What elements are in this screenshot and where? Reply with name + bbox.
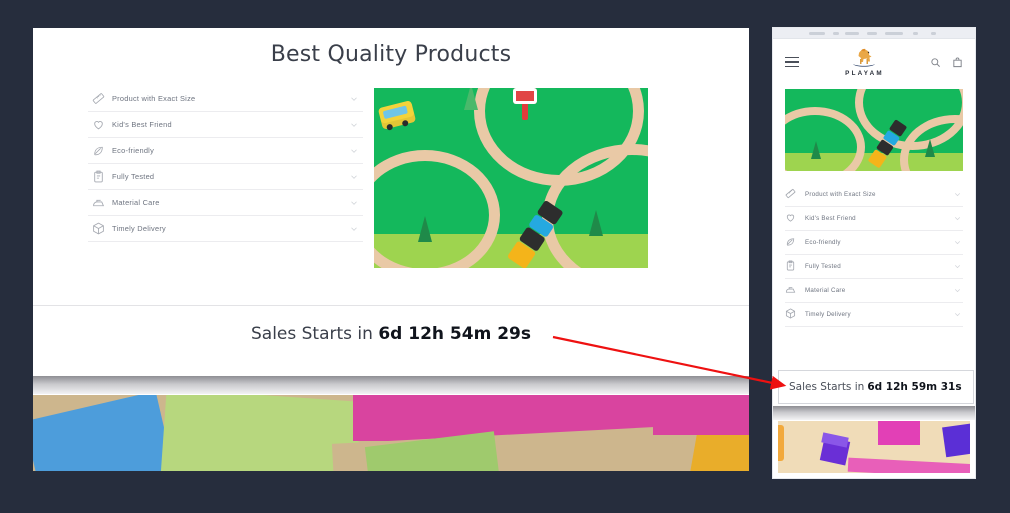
site-logo[interactable]: PLAYAM bbox=[845, 47, 884, 77]
box-icon bbox=[92, 222, 108, 236]
mobile-countdown-prefix: Sales Starts in bbox=[789, 381, 865, 393]
mobile-accordion-item-label: Eco-friendly bbox=[805, 239, 841, 246]
scroll-shadow-band bbox=[33, 376, 749, 394]
clipboard-icon bbox=[785, 260, 801, 274]
accordion-item-label: Fully Tested bbox=[112, 172, 155, 181]
product-image bbox=[374, 88, 648, 268]
mobile-accordion-item-eco-friendly[interactable]: Eco-friendly bbox=[785, 231, 963, 255]
chevron-down-icon[interactable] bbox=[349, 224, 359, 234]
chevron-down-icon[interactable] bbox=[953, 286, 963, 296]
mobile-address-bar[interactable] bbox=[773, 28, 975, 39]
clipboard-icon bbox=[92, 170, 108, 184]
logo-text: PLAYAM bbox=[845, 70, 884, 77]
ruler-icon bbox=[785, 188, 801, 202]
mobile-bottom-banner-image bbox=[778, 421, 970, 473]
features-accordion: Product with Exact Size Kid's Best Frien… bbox=[88, 86, 363, 242]
mobile-product-image bbox=[785, 89, 963, 171]
accordion-item-material-care[interactable]: Material Care bbox=[88, 190, 363, 216]
chevron-down-icon[interactable] bbox=[953, 238, 963, 248]
mobile-accordion-item-label: Product with Exact Size bbox=[805, 191, 876, 198]
chevron-down-icon[interactable] bbox=[349, 120, 359, 130]
chevron-down-icon[interactable] bbox=[953, 190, 963, 200]
chevron-down-icon[interactable] bbox=[349, 146, 359, 156]
mobile-scroll-shadow-band bbox=[773, 406, 975, 420]
chevron-down-icon[interactable] bbox=[349, 198, 359, 208]
accordion-item-product-with-exact-size[interactable]: Product with Exact Size bbox=[88, 86, 363, 112]
mobile-features-accordion: Product with Exact Size Kid's Best Frien… bbox=[785, 183, 963, 327]
mobile-accordion-item-label: Timely Delivery bbox=[805, 311, 851, 318]
iron-icon bbox=[785, 284, 801, 298]
accordion-item-kids-best-friend[interactable]: Kid's Best Friend bbox=[88, 112, 363, 138]
mobile-accordion-item-kids-best-friend[interactable]: Kid's Best Friend bbox=[785, 207, 963, 231]
mobile-accordion-item-product-with-exact-size[interactable]: Product with Exact Size bbox=[785, 183, 963, 207]
heart-icon bbox=[785, 212, 801, 226]
mobile-accordion-item-timely-delivery[interactable]: Timely Delivery bbox=[785, 303, 963, 327]
desktop-countdown: Sales Starts in 6d 12h 54m 29s bbox=[33, 324, 749, 344]
accordion-item-eco-friendly[interactable]: Eco-friendly bbox=[88, 138, 363, 164]
chevron-down-icon[interactable] bbox=[349, 172, 359, 182]
accordion-item-fully-tested[interactable]: Fully Tested bbox=[88, 164, 363, 190]
mobile-accordion-item-material-care[interactable]: Material Care bbox=[785, 279, 963, 303]
cart-icon[interactable] bbox=[952, 57, 963, 68]
mobile-viewport-panel: PLAYAM Product with Exact Size Kid's Bes… bbox=[773, 28, 975, 478]
chevron-down-icon[interactable] bbox=[953, 214, 963, 224]
ruler-icon bbox=[92, 92, 108, 106]
chevron-down-icon[interactable] bbox=[349, 94, 359, 104]
box-icon bbox=[785, 307, 801, 322]
screenshot-root: Best Quality Products Product with Exact… bbox=[0, 0, 1010, 513]
accordion-item-label: Material Care bbox=[112, 198, 160, 207]
chevron-down-icon[interactable] bbox=[953, 310, 963, 320]
search-icon[interactable] bbox=[930, 57, 941, 68]
menu-icon[interactable] bbox=[785, 54, 799, 70]
rocking-horse-icon bbox=[853, 48, 876, 67]
mobile-accordion-item-fully-tested[interactable]: Fully Tested bbox=[785, 255, 963, 279]
mobile-accordion-item-label: Material Care bbox=[805, 287, 846, 294]
iron-icon bbox=[92, 196, 108, 210]
accordion-item-label: Kid's Best Friend bbox=[112, 120, 172, 129]
accordion-item-label: Timely Delivery bbox=[112, 224, 166, 233]
accordion-item-timely-delivery[interactable]: Timely Delivery bbox=[88, 216, 363, 242]
leaf-icon bbox=[785, 236, 801, 250]
accordion-item-label: Eco-friendly bbox=[112, 146, 155, 155]
mobile-accordion-item-label: Fully Tested bbox=[805, 263, 841, 270]
mobile-site-header: PLAYAM bbox=[773, 39, 975, 85]
desktop-countdown-prefix: Sales Starts in bbox=[250, 324, 379, 344]
mobile-countdown-value: 6d 12h 59m 31s bbox=[867, 381, 962, 393]
desktop-viewport-panel: Best Quality Products Product with Exact… bbox=[33, 28, 749, 471]
leaf-icon bbox=[92, 144, 108, 158]
mobile-countdown: Sales Starts in 6d 12h 59m 31s bbox=[778, 370, 974, 404]
page-title: Best Quality Products bbox=[270, 42, 512, 67]
section-divider bbox=[33, 305, 749, 306]
mobile-header-actions bbox=[930, 57, 963, 68]
desktop-countdown-value: 6d 12h 54m 29s bbox=[378, 324, 531, 344]
chevron-down-icon[interactable] bbox=[953, 262, 963, 272]
bottom-banner-image bbox=[33, 395, 749, 471]
mobile-accordion-item-label: Kid's Best Friend bbox=[805, 215, 856, 222]
accordion-item-label: Product with Exact Size bbox=[112, 94, 196, 103]
heart-icon bbox=[92, 118, 108, 132]
